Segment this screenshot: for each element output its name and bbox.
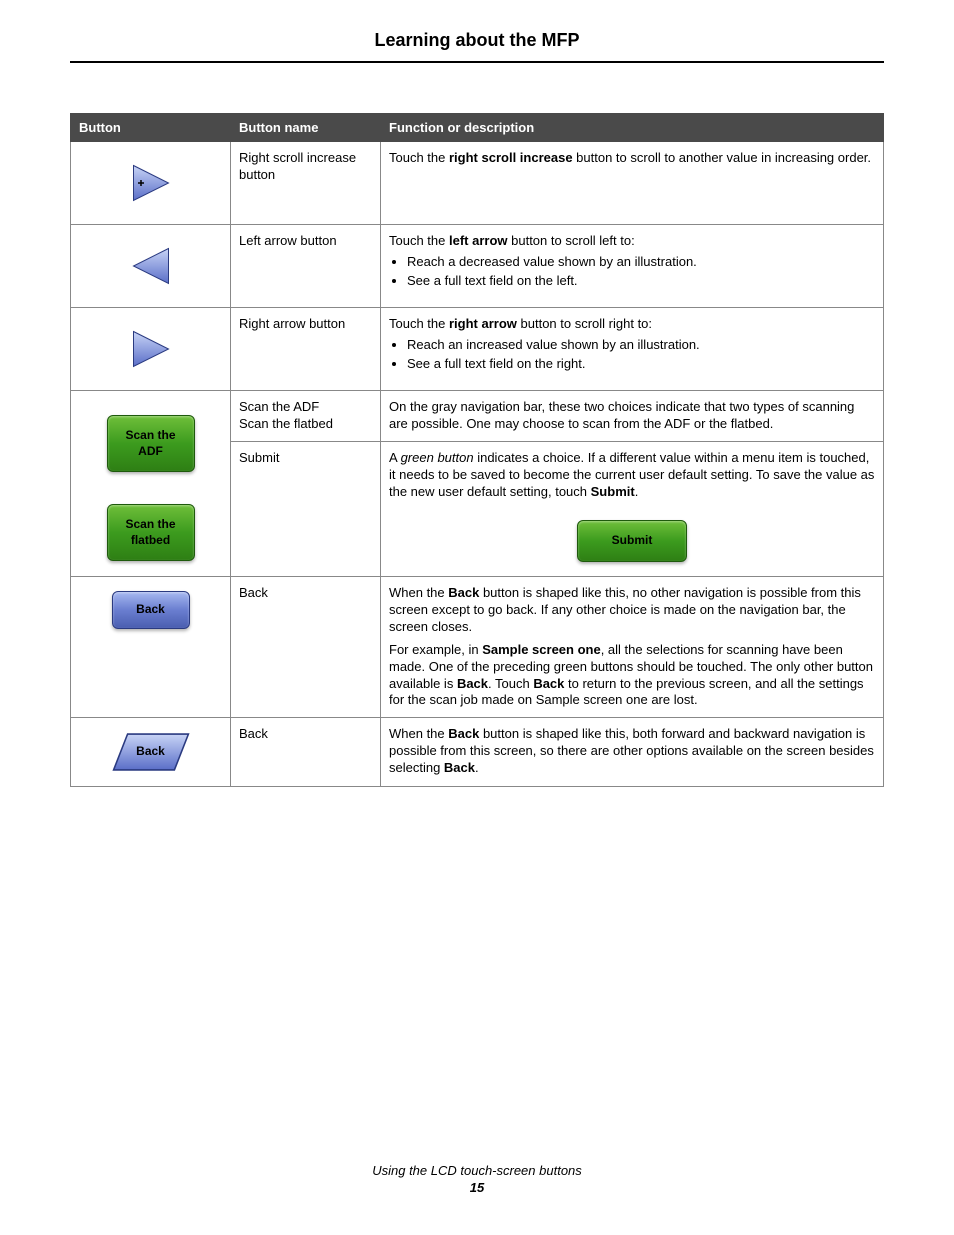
description-cell: Touch the right arrow button to scroll r… — [381, 308, 884, 391]
button-name-cell: Back — [231, 718, 381, 787]
table-row: Back Back When the Back button is shaped… — [71, 577, 884, 718]
description-cell: On the gray navigation bar, these two ch… — [381, 391, 884, 442]
table-row: Scan the ADF Scan the flatbed Scan the A… — [71, 391, 884, 442]
footer-page-number: 15 — [0, 1180, 954, 1195]
description-cell: When the Back button is shaped like this… — [381, 718, 884, 787]
back-label: Back — [136, 744, 165, 760]
header-button: Button — [71, 114, 231, 142]
right-arrow-icon — [126, 324, 176, 374]
description-cell: Touch the left arrow button to scroll le… — [381, 225, 884, 308]
button-name-cell: Right arrow button — [231, 308, 381, 391]
table-row: Back Back When the Back button is shaped… — [71, 718, 884, 787]
footer-section: Using the LCD touch-screen buttons — [0, 1163, 954, 1178]
button-name-cell: Right scroll increase button — [231, 142, 381, 225]
scan-adf-button[interactable]: Scan the ADF — [107, 415, 195, 472]
button-name-cell: Scan the ADF Scan the flatbed — [231, 391, 381, 442]
table-row: Right scroll increase button Touch the r… — [71, 142, 884, 225]
title-divider — [70, 61, 884, 63]
back-button-rounded[interactable]: Back — [112, 591, 190, 629]
back-button-parallelogram[interactable]: Back — [112, 732, 190, 772]
list-item: Reach a decreased value shown by an illu… — [407, 254, 875, 271]
page-footer: Using the LCD touch-screen buttons 15 — [0, 1163, 954, 1195]
list-item: See a full text field on the right. — [407, 356, 875, 373]
description-cell: Touch the right scroll increase button t… — [381, 142, 884, 225]
header-function: Function or description — [381, 114, 884, 142]
table-row: Right arrow button Touch the right arrow… — [71, 308, 884, 391]
button-name-cell: Left arrow button — [231, 225, 381, 308]
header-button-name: Button name — [231, 114, 381, 142]
description-cell: A green button indicates a choice. If a … — [381, 441, 884, 576]
left-arrow-icon — [126, 241, 176, 291]
scan-flatbed-button[interactable]: Scan the flatbed — [107, 504, 195, 561]
submit-button[interactable]: Submit — [577, 520, 687, 562]
list-item: Reach an increased value shown by an ill… — [407, 337, 875, 354]
description-cell: When the Back button is shaped like this… — [381, 577, 884, 718]
button-name-cell: Submit — [231, 441, 381, 576]
page-title: Learning about the MFP — [70, 30, 884, 61]
right-scroll-increase-icon — [126, 158, 176, 208]
buttons-table: Button Button name Function or descripti… — [70, 113, 884, 787]
list-item: See a full text field on the left. — [407, 273, 875, 290]
table-row: Left arrow button Touch the left arrow b… — [71, 225, 884, 308]
button-name-cell: Back — [231, 577, 381, 718]
